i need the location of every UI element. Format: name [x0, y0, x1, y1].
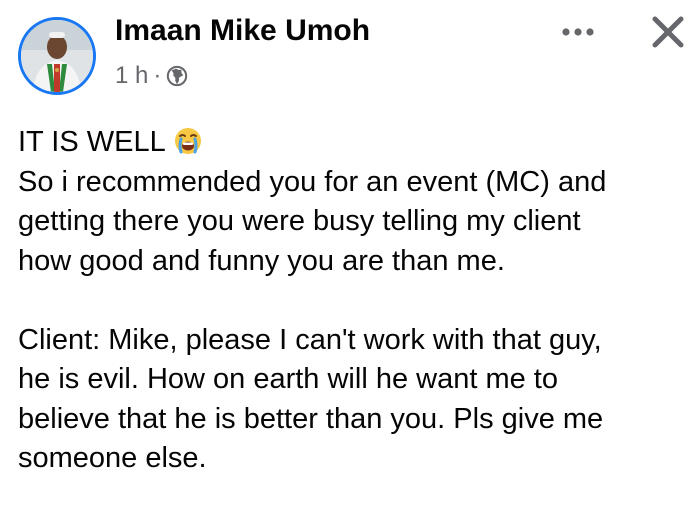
meta-separator: · — [153, 62, 162, 89]
post-headline: IT IS WELL — [18, 123, 688, 163]
post-line: So i recommended you for an event (MC) a… — [18, 165, 607, 198]
close-icon[interactable] — [648, 12, 688, 52]
post-text: IT IS WELL So i recommended you for an e… — [18, 123, 688, 479]
post-line: he is evil. How on earth will he want me… — [18, 363, 558, 395]
avatar-photo — [21, 20, 93, 92]
post-line: believe that he is better than you. Pls … — [18, 402, 604, 435]
post-line: someone else. — [18, 442, 207, 474]
avatar[interactable] — [18, 17, 96, 95]
author-name[interactable]: Imaan Mike Umoh — [115, 14, 370, 48]
post-time[interactable]: 1 h — [115, 62, 148, 90]
headline-text: IT IS WELL — [18, 126, 166, 158]
post-line: getting there you were busy telling my c… — [18, 205, 581, 237]
globe-icon[interactable] — [166, 65, 188, 87]
post-meta: 1 h · — [115, 62, 188, 90]
post-line: how good and funny you are than me. — [18, 244, 505, 277]
more-options-icon[interactable] — [558, 20, 598, 44]
post-line: Client: Mike, please I can't work with t… — [18, 323, 602, 356]
crying-face-emoji — [174, 128, 201, 154]
